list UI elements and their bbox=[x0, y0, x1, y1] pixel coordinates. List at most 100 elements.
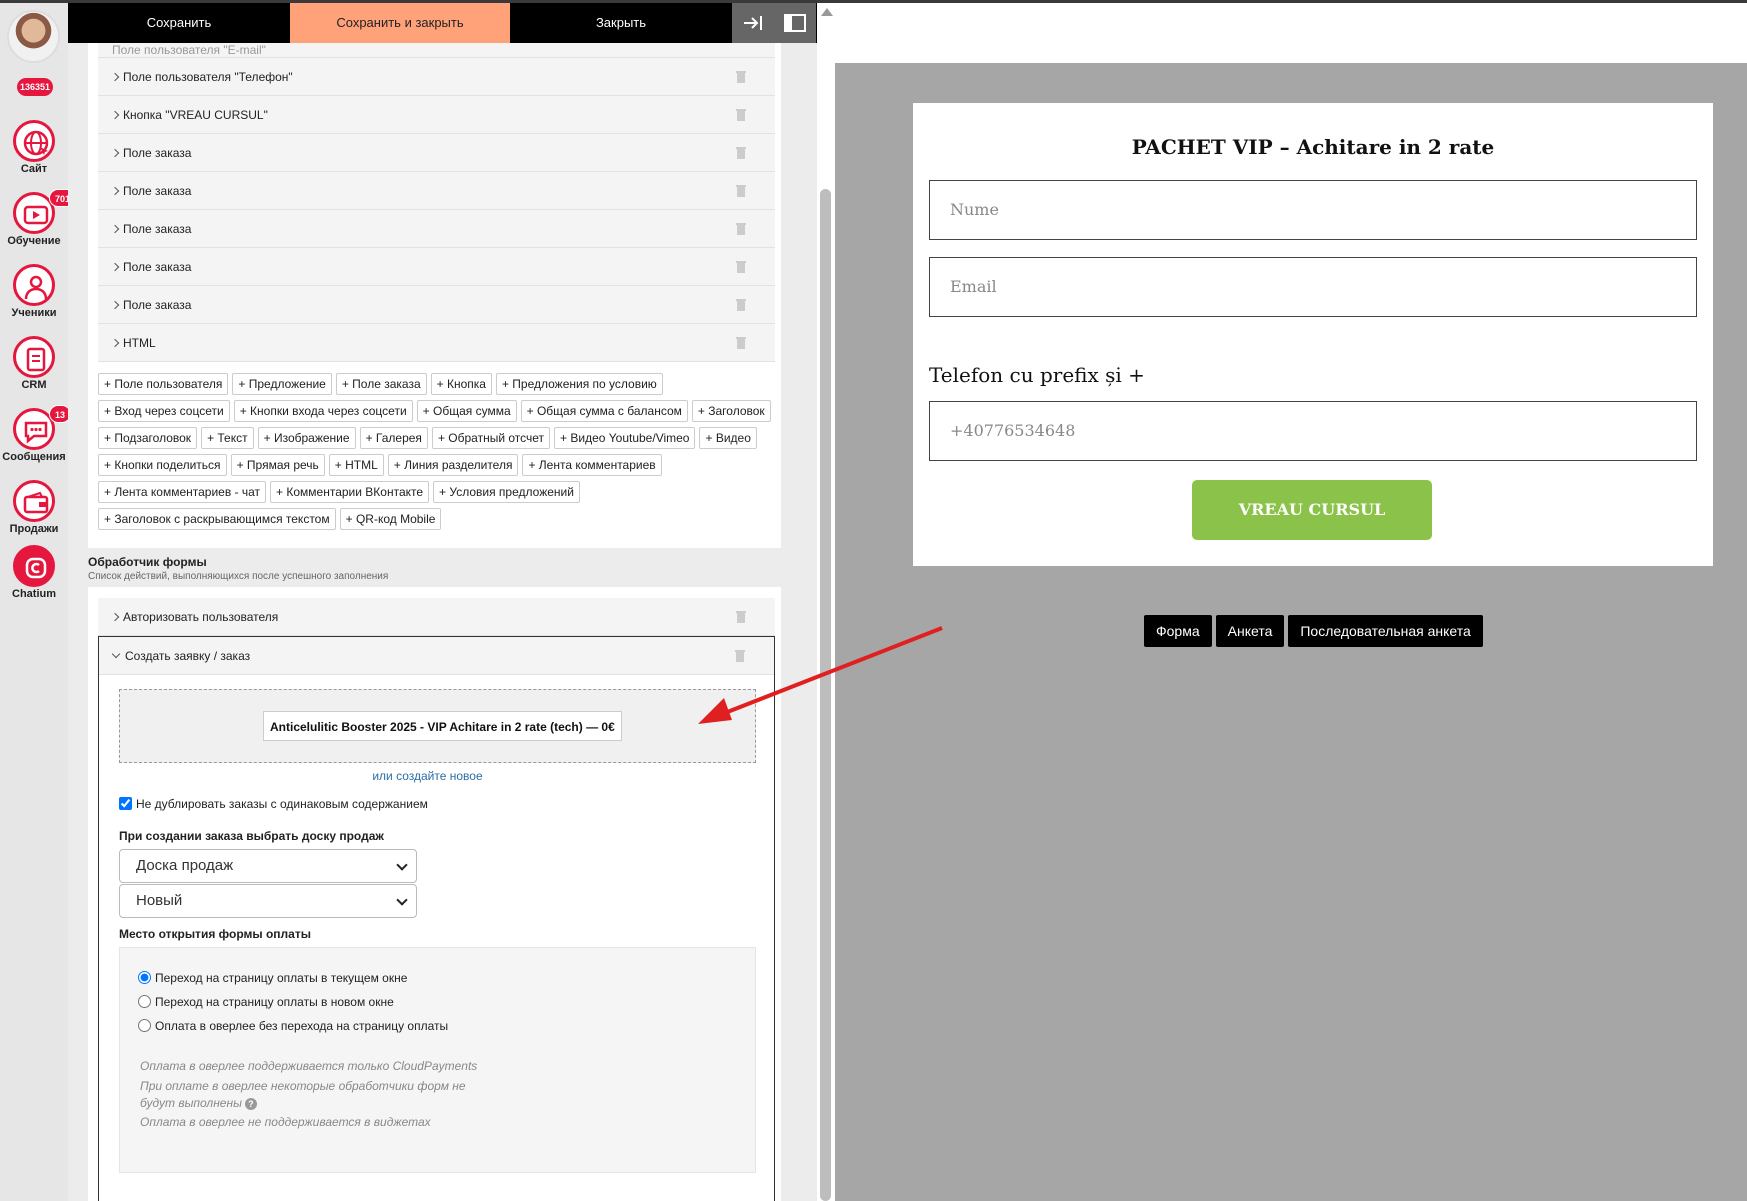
sales-board-select[interactable]: Доска продаж bbox=[119, 849, 417, 883]
add-chip[interactable]: + Линия разделителя bbox=[387, 454, 519, 476]
radio-input[interactable] bbox=[138, 971, 151, 984]
add-chip[interactable]: + Изображение bbox=[257, 427, 356, 449]
form-field-row[interactable]: HTML bbox=[98, 324, 775, 362]
handler-create-order: Создать заявку / заказ Anticelulitic Boo… bbox=[98, 636, 775, 1201]
radio-input[interactable] bbox=[138, 995, 151, 1008]
handler-row-create-order[interactable]: Создать заявку / заказ bbox=[99, 637, 774, 675]
tab-form[interactable]: Форма bbox=[1144, 615, 1212, 647]
form-field-row[interactable]: Поле заказа bbox=[98, 286, 775, 324]
add-chip[interactable]: + Обратный отсчет bbox=[431, 427, 551, 449]
sidebar-item-label: Сайт bbox=[20, 163, 48, 175]
chevron-right-icon bbox=[110, 224, 120, 234]
scroll-up-arrow-icon[interactable] bbox=[821, 8, 833, 16]
trash-icon[interactable] bbox=[735, 108, 747, 122]
name-input[interactable]: Nume bbox=[929, 180, 1697, 240]
sidebar-item-site[interactable]: Сайт bbox=[0, 120, 68, 175]
add-chip[interactable]: + Заголовок bbox=[691, 400, 771, 422]
chevron-down-icon bbox=[396, 859, 408, 871]
tab-sequential-survey[interactable]: Последовательная анкета bbox=[1288, 615, 1483, 647]
sidebar-layout-icon bbox=[784, 14, 806, 32]
add-chip[interactable]: + Заголовок с раскрывающимся текстом bbox=[98, 508, 336, 530]
radio-input[interactable] bbox=[138, 1019, 151, 1032]
add-chip[interactable]: + Видео bbox=[699, 427, 757, 449]
sidebar-item-chatium[interactable]: Chatium bbox=[0, 545, 68, 600]
form-field-row[interactable]: Поле пользователя "E-mail" bbox=[98, 43, 775, 58]
sidebar-item-label: CRM bbox=[21, 379, 47, 391]
email-input[interactable]: Email bbox=[929, 257, 1697, 317]
selected-offer[interactable]: Anticelulitic Booster 2025 - VIP Achitar… bbox=[263, 711, 622, 741]
add-chip[interactable]: + Видео Youtube/Vimeo bbox=[554, 427, 696, 449]
radio-label: Переход на страницу оплаты в новом окне bbox=[155, 995, 394, 1009]
add-chip[interactable]: + Кнопки поделиться bbox=[98, 454, 227, 476]
add-chip[interactable]: + Общая сумма с балансом bbox=[520, 400, 688, 422]
trash-icon[interactable] bbox=[735, 70, 747, 84]
offer-drop-zone[interactable]: Anticelulitic Booster 2025 - VIP Achitar… bbox=[119, 689, 756, 763]
add-chip[interactable]: + Прямая речь bbox=[230, 454, 325, 476]
order-status-select[interactable]: Новый bbox=[119, 884, 417, 918]
chevron-right-icon bbox=[110, 110, 120, 120]
add-chip[interactable]: + Предложение bbox=[232, 373, 332, 395]
question-icon[interactable]: ? bbox=[244, 1098, 257, 1110]
sidebar-item-label: Обучение bbox=[7, 235, 61, 247]
pay-option-overlay[interactable]: Оплата в оверлее без перехода на страниц… bbox=[138, 1019, 448, 1033]
field-label: HTML bbox=[123, 336, 156, 350]
collapse-panel-button[interactable] bbox=[732, 3, 774, 43]
sidebar-item-students[interactable]: Ученики bbox=[0, 264, 68, 319]
form-fields-list: Поле пользователя "E-mail" Поле пользова… bbox=[98, 43, 775, 362]
board-select-label: При создании заказа выбрать доску продаж bbox=[119, 829, 384, 843]
save-and-close-button[interactable]: Сохранить и закрыть bbox=[290, 3, 510, 43]
trash-icon[interactable] bbox=[735, 222, 747, 236]
add-chip[interactable]: + HTML bbox=[328, 454, 384, 476]
add-chip[interactable]: + Условия предложений bbox=[433, 481, 580, 503]
student-icon bbox=[13, 264, 55, 306]
add-chip[interactable]: + Лента комментариев bbox=[522, 454, 662, 476]
form-preview-card: PACHET VIP – Achitare in 2 rate Nume Ema… bbox=[913, 103, 1713, 566]
add-chip[interactable]: + Поле пользователя bbox=[98, 373, 229, 395]
sidebar-item-sales[interactable]: Продажи bbox=[0, 480, 68, 535]
sidebar-item-messages[interactable]: 13 Сообщения bbox=[0, 405, 72, 463]
pay-option-current-window[interactable]: Переход на страницу оплаты в текущем окн… bbox=[138, 971, 407, 985]
pay-option-new-window[interactable]: Переход на страницу оплаты в новом окне bbox=[138, 995, 394, 1009]
close-button[interactable]: Закрыть bbox=[510, 3, 732, 43]
trash-icon[interactable] bbox=[735, 298, 747, 312]
form-field-row[interactable]: Поле пользователя "Телефон" bbox=[98, 58, 775, 96]
editor-scrollbar[interactable] bbox=[817, 3, 835, 1201]
sidebar-item-learning[interactable]: 70138 Обучение bbox=[0, 189, 87, 247]
submit-button[interactable]: VREAU CURSUL bbox=[1192, 480, 1432, 540]
form-field-row[interactable]: Поле заказа bbox=[98, 172, 775, 210]
add-chip[interactable]: + Подзаголовок bbox=[98, 427, 198, 449]
form-field-row[interactable]: Поле заказа bbox=[98, 134, 775, 172]
avatar-badge: 136351 bbox=[17, 78, 54, 96]
form-field-row[interactable]: Кнопка "VREAU CURSUL" bbox=[98, 96, 775, 134]
save-button[interactable]: Сохранить bbox=[68, 3, 290, 43]
add-chip[interactable]: + Кнопки входа через соцсети bbox=[233, 400, 413, 422]
sidebar-item-crm[interactable]: CRM bbox=[0, 336, 68, 391]
trash-icon[interactable] bbox=[735, 184, 747, 198]
form-field-row[interactable]: Поле заказа bbox=[98, 210, 775, 248]
handler-row-auth[interactable]: Авторизовать пользователя bbox=[98, 598, 775, 636]
add-chip[interactable]: + QR-код Mobile bbox=[339, 508, 442, 530]
toggle-layout-button[interactable] bbox=[774, 3, 816, 43]
add-chip[interactable]: + Текст bbox=[201, 427, 254, 449]
phone-input[interactable]: +40776534648 bbox=[929, 401, 1697, 461]
add-chip[interactable]: + Поле заказа bbox=[335, 373, 427, 395]
tab-survey[interactable]: Анкета bbox=[1215, 615, 1285, 647]
no-duplicate-checkbox[interactable]: Не дублировать заказы с одинаковым содер… bbox=[119, 797, 428, 811]
user-avatar[interactable] bbox=[7, 10, 60, 63]
add-chip[interactable]: + Кнопка bbox=[430, 373, 492, 395]
add-chip[interactable]: + Предложения по условию bbox=[495, 373, 663, 395]
create-new-offer-link[interactable]: или создайте новое bbox=[99, 769, 736, 783]
add-chip[interactable]: + Лента комментариев - чат bbox=[98, 481, 267, 503]
no-duplicate-check-input[interactable] bbox=[119, 797, 132, 810]
add-chip[interactable]: + Общая сумма bbox=[416, 400, 517, 422]
add-chip[interactable]: + Галерея bbox=[359, 427, 428, 449]
form-field-row[interactable]: Поле заказа bbox=[98, 248, 775, 286]
trash-icon[interactable] bbox=[735, 336, 747, 350]
add-chip[interactable]: + Комментарии ВКонтакте bbox=[270, 481, 430, 503]
form-mode-tabs: Форма Анкета Последовательная анкета bbox=[1144, 615, 1483, 647]
trash-icon[interactable] bbox=[735, 260, 747, 274]
add-chip[interactable]: + Вход через соцсети bbox=[98, 400, 230, 422]
chevron-right-icon bbox=[110, 300, 120, 310]
globe-icon bbox=[13, 120, 55, 162]
trash-icon[interactable] bbox=[735, 146, 747, 160]
